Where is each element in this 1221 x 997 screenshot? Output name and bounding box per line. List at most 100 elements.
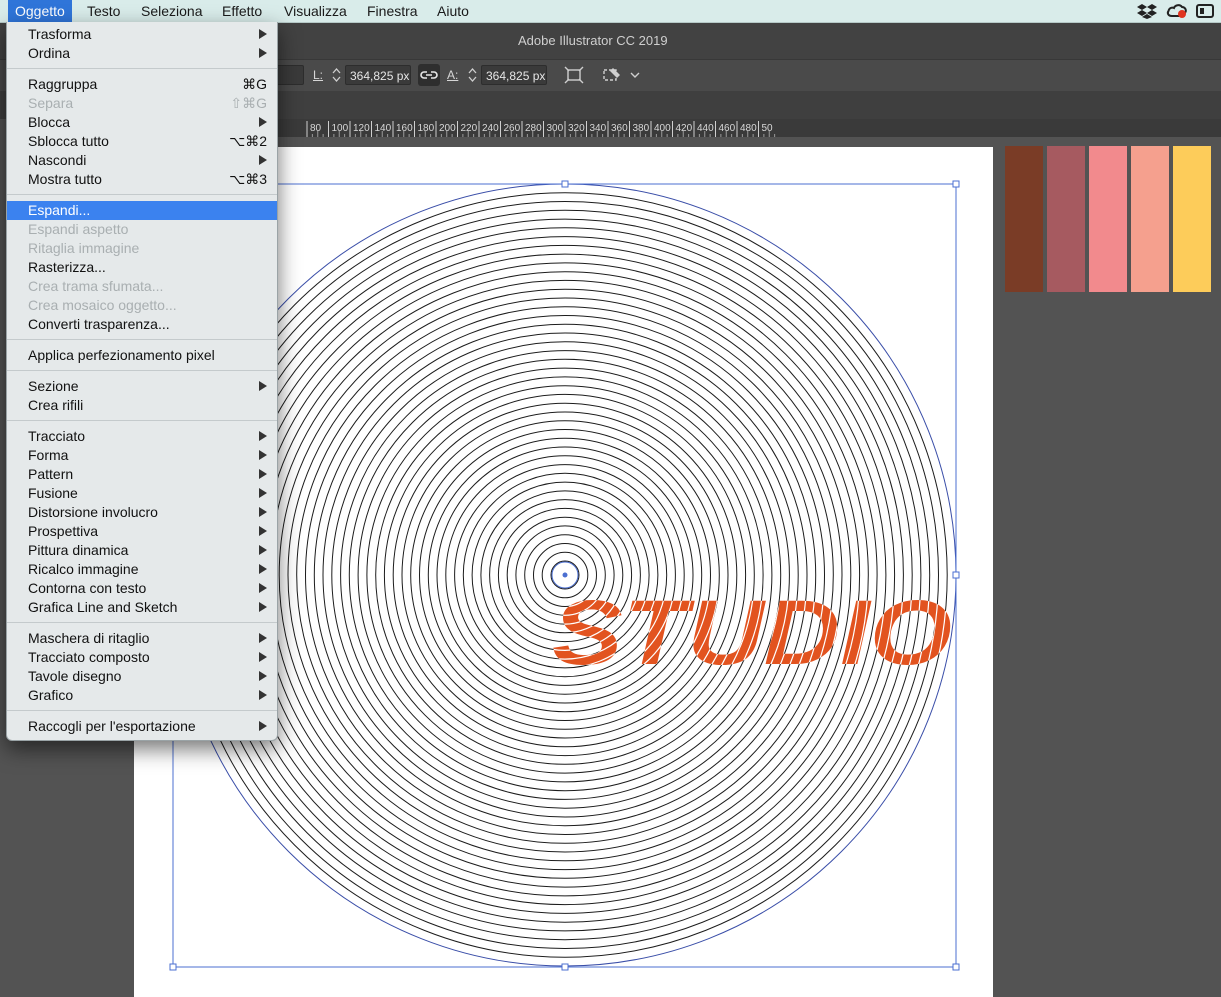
- menu-item-label: Prospettiva: [28, 523, 99, 539]
- menu-item-label: Converti trasparenza...: [28, 316, 170, 332]
- menu-item-mostra-tutto[interactable]: Mostra tutto ⌥⌘3: [7, 170, 277, 189]
- color-swatch[interactable]: [1131, 146, 1169, 292]
- menu-item-crea-rifili[interactable]: Crea rifili: [7, 396, 277, 415]
- submenu-arrow-icon: [259, 48, 267, 58]
- menu-separator: [7, 710, 277, 711]
- center-point[interactable]: [562, 572, 568, 578]
- submenu-arrow-icon: [259, 117, 267, 127]
- color-swatch[interactable]: [1005, 146, 1043, 292]
- menu-item-shortcut: ⌥⌘3: [229, 171, 267, 187]
- menu-item-label: Trasforma: [28, 26, 92, 42]
- menu-item-contorna-con-testo[interactable]: Contorna con testo: [7, 579, 277, 598]
- menu-item-shortcut: ⌘G: [242, 76, 267, 92]
- menu-item-label: Distorsione involucro: [28, 504, 158, 520]
- menu-item-label: Maschera di ritaglio: [28, 630, 150, 646]
- menu-item-shortcut: ⇧⌘G: [230, 95, 267, 111]
- menu-item-label: Espandi aspetto: [28, 221, 129, 237]
- submenu-arrow-icon: [259, 526, 267, 536]
- menu-item-raccogli-per-l-esportazione[interactable]: Raccogli per l'esportazione: [7, 717, 277, 736]
- color-swatch[interactable]: [1047, 146, 1085, 292]
- color-swatch[interactable]: [1089, 146, 1127, 292]
- menu-item-ritaglia-immagine[interactable]: Ritaglia immagine: [7, 239, 277, 258]
- menu-item-pittura-dinamica[interactable]: Pittura dinamica: [7, 541, 277, 560]
- menu-item-tracciato-composto[interactable]: Tracciato composto: [7, 648, 277, 667]
- submenu-arrow-icon: [259, 29, 267, 39]
- menu-item-label: Applica perfezionamento pixel: [28, 347, 215, 363]
- submenu-arrow-icon: [259, 602, 267, 612]
- menu-separator: [7, 622, 277, 623]
- menu-separator: [7, 68, 277, 69]
- menu-item-label: Ritaglia immagine: [28, 240, 140, 256]
- menu-item-pattern[interactable]: Pattern: [7, 465, 277, 484]
- submenu-arrow-icon: [259, 507, 267, 517]
- menu-item-distorsione-involucro[interactable]: Distorsione involucro: [7, 503, 277, 522]
- selection-handle: [952, 180, 960, 188]
- menu-item-blocca[interactable]: Blocca: [7, 113, 277, 132]
- menu-item-label: Grafico: [28, 687, 74, 703]
- menu-item-crea-trama-sfumata[interactable]: Crea trama sfumata...: [7, 277, 277, 296]
- submenu-arrow-icon: [259, 583, 267, 593]
- menu-item-label: Blocca: [28, 114, 71, 130]
- oggetto-menu: Trasforma Ordina Raggruppa ⌘G Separa ⇧⌘G Blocc…: [6, 22, 278, 741]
- submenu-arrow-icon: [259, 564, 267, 574]
- menu-item-ordina[interactable]: Ordina: [7, 44, 277, 63]
- menu-item-label: Rasterizza...: [28, 259, 106, 275]
- menu-item-label: Crea rifili: [28, 397, 84, 413]
- menu-item-separa[interactable]: Separa ⇧⌘G: [7, 94, 277, 113]
- menu-item-sblocca-tutto[interactable]: Sblocca tutto ⌥⌘2: [7, 132, 277, 151]
- menu-item-label: Espandi...: [28, 202, 91, 218]
- menu-item-espandi[interactable]: Espandi...: [7, 201, 277, 220]
- submenu-arrow-icon: [259, 488, 267, 498]
- studio-text[interactable]: STUDIO: [552, 582, 952, 684]
- menu-item-label: Tracciato composto: [28, 649, 150, 665]
- menu-item-forma[interactable]: Forma: [7, 446, 277, 465]
- menu-item-crea-mosaico-oggetto[interactable]: Crea mosaico oggetto...: [7, 296, 277, 315]
- submenu-arrow-icon: [259, 690, 267, 700]
- selection-handle: [952, 571, 960, 579]
- menu-item-grafico[interactable]: Grafico: [7, 686, 277, 705]
- selection-handle: [169, 963, 177, 971]
- menu-item-label: Mostra tutto: [28, 171, 102, 187]
- menu-item-nascondi[interactable]: Nascondi: [7, 151, 277, 170]
- menu-item-applica-perfezionamento-pixel[interactable]: Applica perfezionamento pixel: [7, 346, 277, 365]
- menu-item-label: Pattern: [28, 466, 74, 482]
- menu-item-label: Tracciato: [28, 428, 86, 444]
- menu-item-espandi-aspetto[interactable]: Espandi aspetto: [7, 220, 277, 239]
- menu-item-tavole-disegno[interactable]: Tavole disegno: [7, 667, 277, 686]
- selection-handle: [561, 963, 569, 971]
- menu-item-ricalco-immagine[interactable]: Ricalco immagine: [7, 560, 277, 579]
- menu-item-label: Raccogli per l'esportazione: [28, 718, 196, 734]
- menu-item-sezione[interactable]: Sezione: [7, 377, 277, 396]
- menu-item-label: Contorna con testo: [28, 580, 147, 596]
- menu-item-label: Sezione: [28, 378, 79, 394]
- menu-item-label: Sblocca tutto: [28, 133, 109, 149]
- submenu-arrow-icon: [259, 155, 267, 165]
- submenu-arrow-icon: [259, 721, 267, 731]
- menu-item-grafica-line-and-sketch[interactable]: Grafica Line and Sketch: [7, 598, 277, 617]
- submenu-arrow-icon: [259, 431, 267, 441]
- submenu-arrow-icon: [259, 671, 267, 681]
- menu-item-rasterizza[interactable]: Rasterizza...: [7, 258, 277, 277]
- menu-separator: [7, 420, 277, 421]
- menu-item-raggruppa[interactable]: Raggruppa ⌘G: [7, 75, 277, 94]
- menu-item-tracciato[interactable]: Tracciato: [7, 427, 277, 446]
- menu-item-trasforma[interactable]: Trasforma: [7, 25, 277, 44]
- menu-item-label: Fusione: [28, 485, 78, 501]
- menu-item-label: Grafica Line and Sketch: [28, 599, 178, 615]
- color-swatch[interactable]: [1173, 146, 1211, 292]
- submenu-arrow-icon: [259, 633, 267, 643]
- submenu-arrow-icon: [259, 381, 267, 391]
- menu-separator: [7, 370, 277, 371]
- menu-separator: [7, 194, 277, 195]
- menu-item-shortcut: ⌥⌘2: [229, 133, 267, 149]
- menu-item-prospettiva[interactable]: Prospettiva: [7, 522, 277, 541]
- menu-item-converti-trasparenza[interactable]: Converti trasparenza...: [7, 315, 277, 334]
- menu-item-label: Crea trama sfumata...: [28, 278, 164, 294]
- menu-item-label: Raggruppa: [28, 76, 98, 92]
- menu-item-maschera-di-ritaglio[interactable]: Maschera di ritaglio: [7, 629, 277, 648]
- menu-item-label: Forma: [28, 447, 69, 463]
- menu-item-fusione[interactable]: Fusione: [7, 484, 277, 503]
- menu-item-label: Nascondi: [28, 152, 87, 168]
- submenu-arrow-icon: [259, 469, 267, 479]
- submenu-arrow-icon: [259, 450, 267, 460]
